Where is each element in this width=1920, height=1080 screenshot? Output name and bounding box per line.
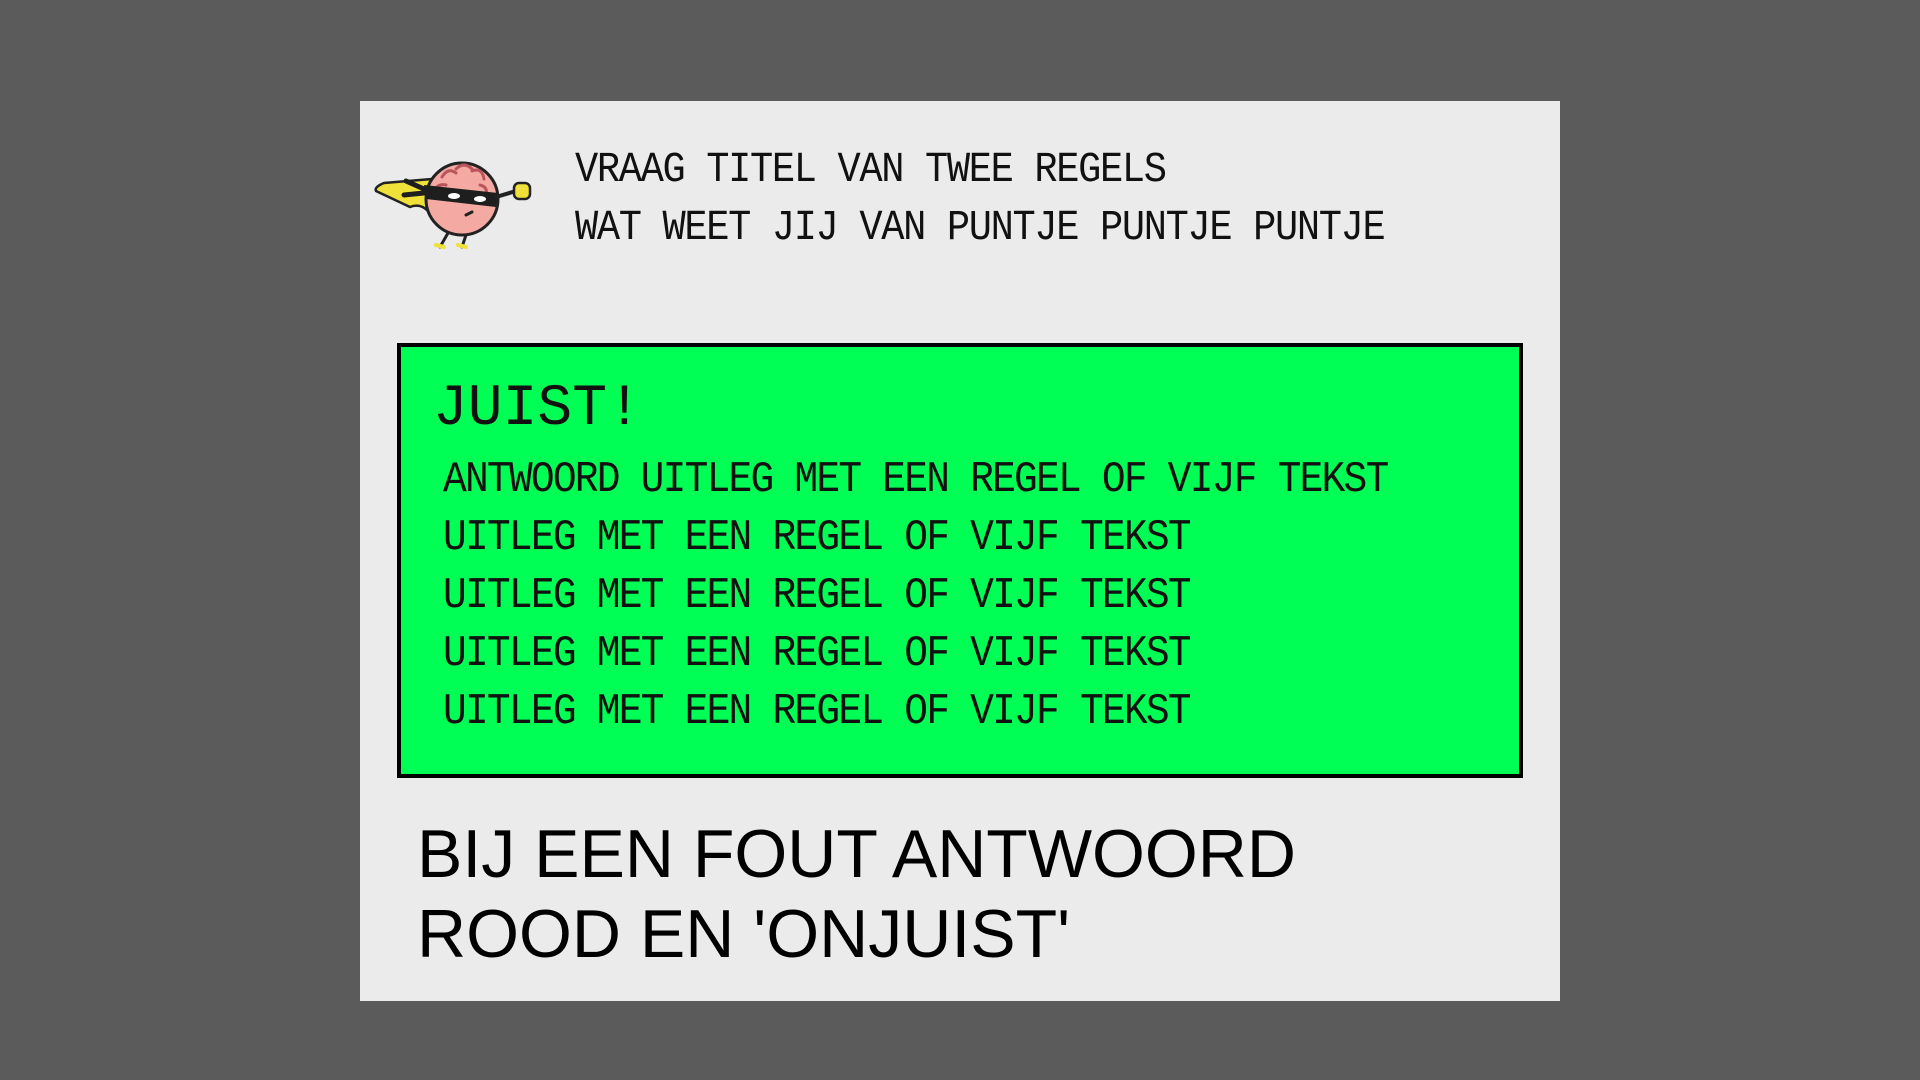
masked-superhero-brain-icon [374,161,532,249]
explanation-line: UITLEG MET EEN REGEL OF VIJF TEKST [443,629,1192,679]
explanation-line: UITLEG MET EEN REGEL OF VIJF TEKST [443,513,1192,563]
question-title: VRAAG TITEL VAN TWEE REGELS WAT WEET JIJ… [575,141,1386,257]
quiz-slide: VRAAG TITEL VAN TWEE REGELS WAT WEET JIJ… [360,101,1560,1001]
feedback-explanation: ANTWOORD UITLEG MET EEN REGEL OF VIJF TE… [443,451,1389,741]
note-line-1: BIJ EEN FOUT ANTWOORD [417,816,1297,892]
explanation-line: UITLEG MET EEN REGEL OF VIJF TEKST [443,687,1192,737]
question-title-line-1: VRAAG TITEL VAN TWEE REGELS [575,145,1167,194]
wrong-answer-note: BIJ EEN FOUT ANTWOORD ROOD EN 'ONJUIST' [417,814,1296,974]
question-title-line-2: WAT WEET JIJ VAN PUNTJE PUNTJE PUNTJE [575,203,1386,252]
feedback-heading: JUIST! [433,377,642,442]
note-line-2: ROOD EN 'ONJUIST' [417,896,1071,972]
correct-feedback-box: JUIST! ANTWOORD UITLEG MET EEN REGEL OF … [397,343,1523,778]
explanation-line: ANTWOORD UITLEG MET EEN REGEL OF VIJF TE… [443,455,1389,505]
explanation-line: UITLEG MET EEN REGEL OF VIJF TEKST [443,571,1192,621]
